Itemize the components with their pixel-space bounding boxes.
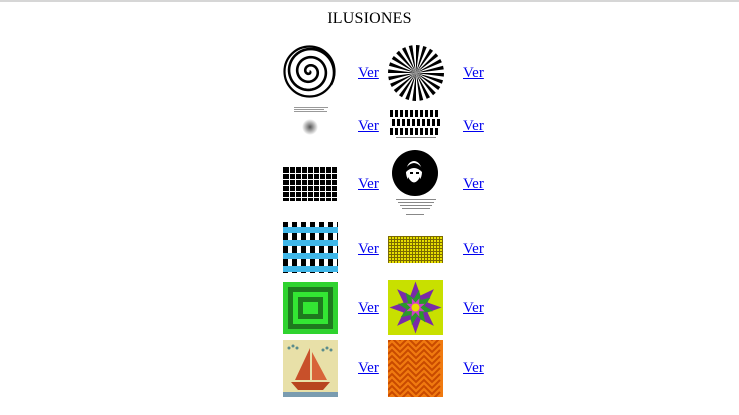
sailboat-mosaic-illusion-icon[interactable] bbox=[283, 340, 338, 397]
hermann-grid-illusion-icon[interactable] bbox=[283, 167, 338, 201]
ver-link-11[interactable]: Ver bbox=[358, 360, 379, 377]
portrait-illusion-icon[interactable] bbox=[388, 150, 443, 218]
top-border bbox=[0, 0, 739, 2]
ver-link-10[interactable]: Ver bbox=[463, 300, 484, 317]
page-title: ILUSIONES bbox=[327, 10, 412, 27]
radial-rays-illusion-icon[interactable] bbox=[388, 45, 444, 101]
ver-link-2[interactable]: Ver bbox=[463, 65, 484, 82]
yellow-grid-illusion-icon[interactable] bbox=[388, 236, 443, 263]
ver-link-8[interactable]: Ver bbox=[463, 241, 484, 258]
green-squares-illusion-icon[interactable] bbox=[283, 282, 338, 334]
ver-link-5[interactable]: Ver bbox=[358, 176, 379, 193]
blue-stripes-illusion-icon[interactable] bbox=[283, 222, 338, 273]
ver-link-3[interactable]: Ver bbox=[358, 118, 379, 135]
spiral-illusion-icon[interactable] bbox=[283, 45, 336, 98]
ver-link-1[interactable]: Ver bbox=[358, 65, 379, 82]
ver-link-12[interactable]: Ver bbox=[463, 360, 484, 377]
ver-link-4[interactable]: Ver bbox=[463, 118, 484, 135]
ver-link-7[interactable]: Ver bbox=[358, 241, 379, 258]
fading-dot-illusion-icon[interactable] bbox=[291, 106, 331, 136]
star-kaleidoscope-illusion-icon[interactable] bbox=[388, 280, 443, 335]
wave-pattern-illusion-icon[interactable] bbox=[390, 108, 442, 141]
ver-link-9[interactable]: Ver bbox=[358, 300, 379, 317]
orange-zigzag-illusion-icon[interactable] bbox=[388, 340, 443, 397]
ver-link-6[interactable]: Ver bbox=[463, 176, 484, 193]
